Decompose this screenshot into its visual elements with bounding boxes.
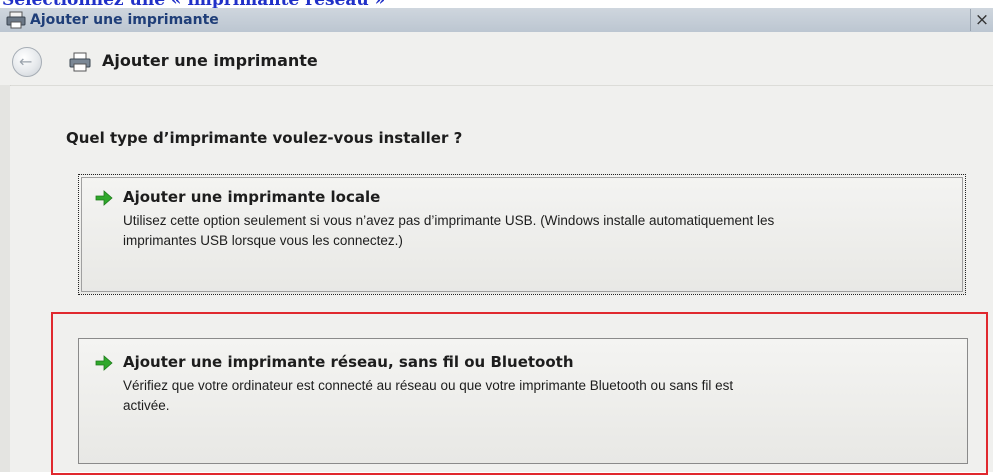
add-network-printer-option[interactable]: Ajouter une imprimante réseau, sans fil … bbox=[78, 338, 968, 464]
option-description-line: activée. bbox=[123, 398, 170, 413]
option-title: Ajouter une imprimante réseau, sans fil … bbox=[123, 353, 574, 371]
add-printer-window: Ajouter une imprimante × ← Ajouter une i… bbox=[0, 8, 993, 472]
add-local-printer-option[interactable]: Ajouter une imprimante locale Utilisez c… bbox=[78, 174, 966, 295]
window-title: Ajouter une imprimante bbox=[30, 12, 219, 28]
navigation-bar: ← Ajouter une imprimante bbox=[0, 32, 993, 86]
option-description-line: imprimantes USB lorsque vous les connect… bbox=[123, 233, 403, 248]
printer-icon bbox=[6, 11, 26, 29]
option-description-line: Vérifiez que votre ordinateur est connec… bbox=[123, 378, 734, 393]
close-button[interactable]: × bbox=[970, 9, 993, 31]
green-arrow-icon bbox=[95, 355, 113, 371]
page-caption: Sélectionnez une « imprimante réseau » bbox=[2, 0, 386, 10]
title-bar[interactable]: Ajouter une imprimante × bbox=[0, 8, 993, 32]
back-button[interactable]: ← bbox=[12, 47, 42, 77]
green-arrow-icon bbox=[95, 190, 113, 206]
printer-icon bbox=[69, 52, 91, 72]
question-heading: Quel type d’imprimante voulez-vous insta… bbox=[66, 129, 463, 147]
option-title: Ajouter une imprimante locale bbox=[123, 188, 381, 206]
wizard-title: Ajouter une imprimante bbox=[102, 51, 318, 70]
wizard-content: Quel type d’imprimante voulez-vous insta… bbox=[10, 86, 993, 472]
back-arrow-icon: ← bbox=[19, 52, 33, 71]
option-description-line: Utilisez cette option seulement si vous … bbox=[123, 213, 775, 228]
